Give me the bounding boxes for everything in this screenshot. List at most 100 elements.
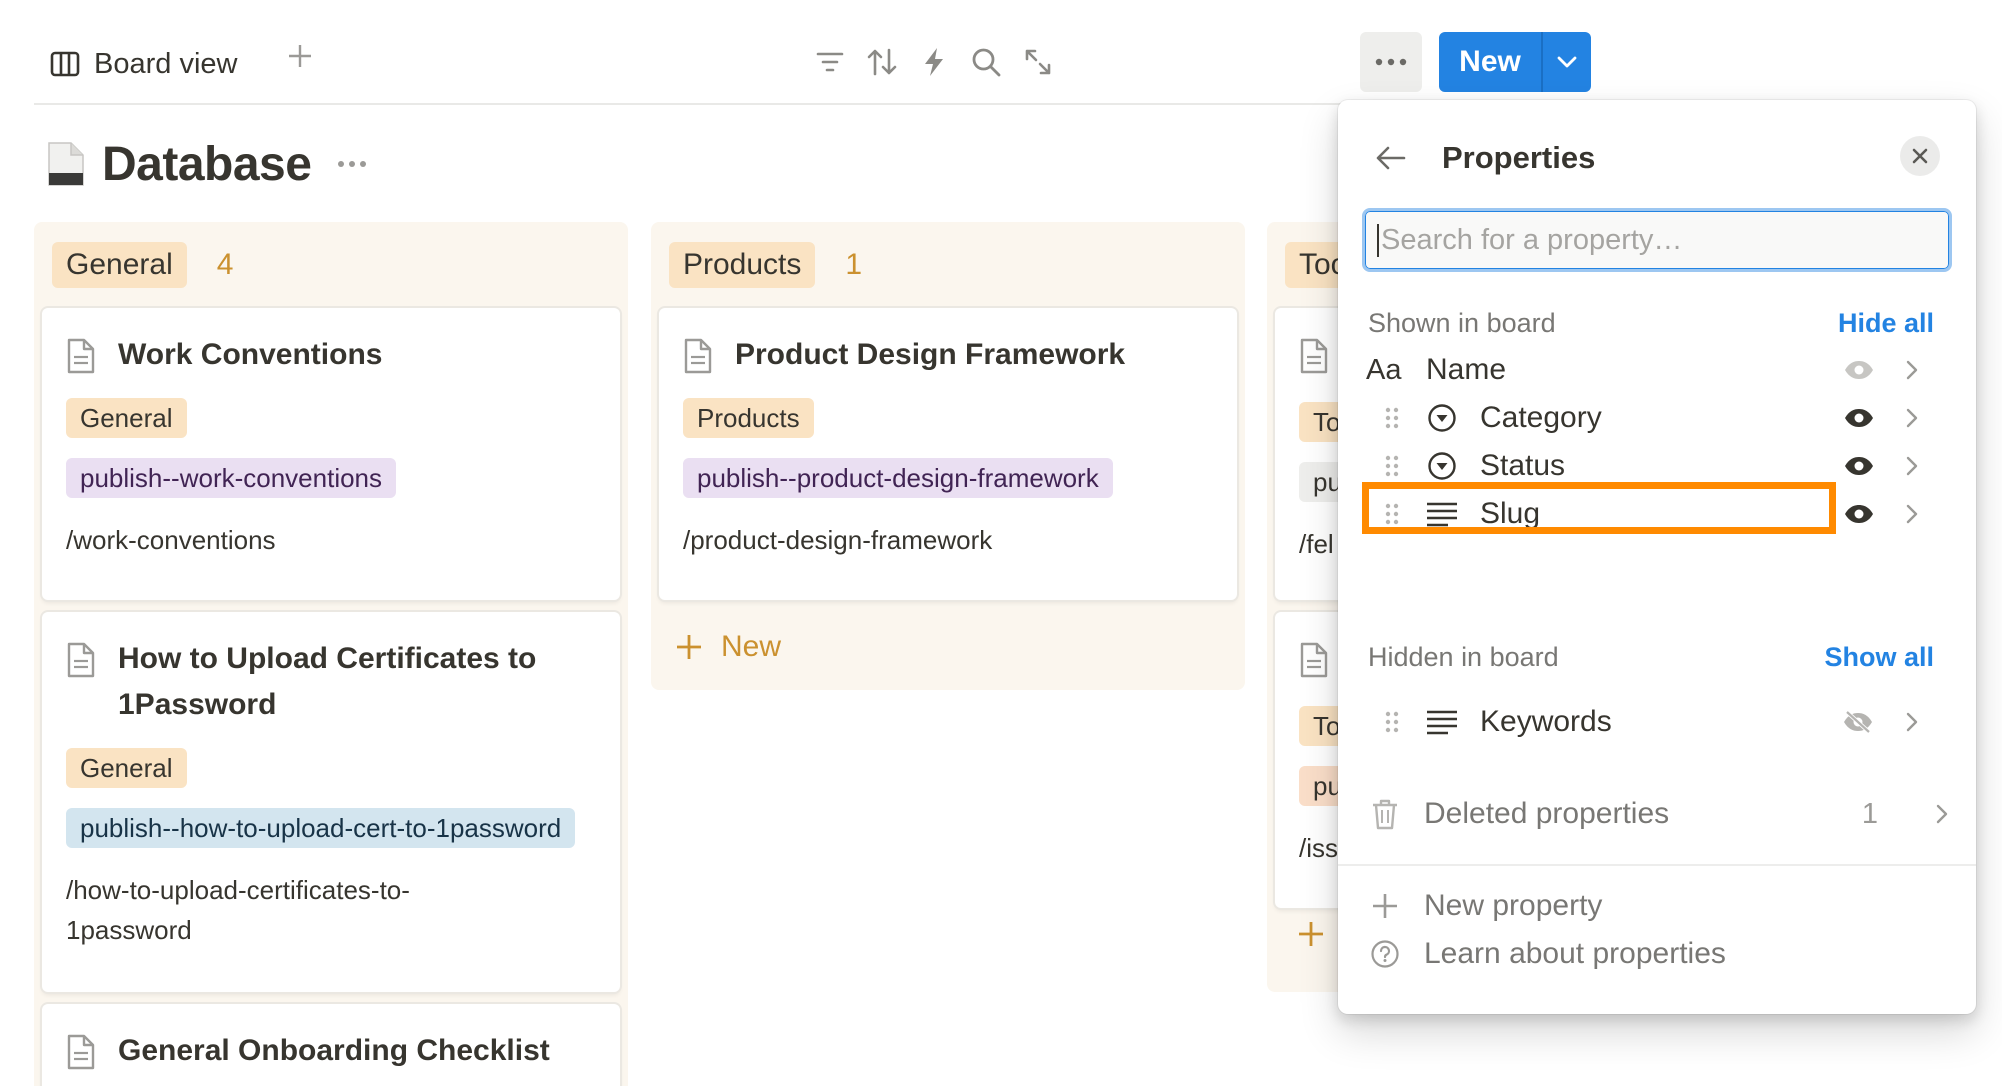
board-view-label: Board view <box>94 47 238 80</box>
status-tag: publish--work-conventions <box>66 458 397 498</box>
learn-about-properties-label: Learn about properties <box>1424 937 1726 970</box>
automation-lightning-icon[interactable] <box>914 42 954 82</box>
new-property-label: New property <box>1424 889 1603 922</box>
shown-section-label: Shown in board <box>1368 308 1556 338</box>
new-button[interactable]: New <box>1439 32 1543 92</box>
filter-icon[interactable] <box>810 42 850 82</box>
trash-icon <box>1368 798 1402 830</box>
page-title-row: Database <box>46 132 367 196</box>
chevron-right-icon[interactable] <box>1906 456 1918 476</box>
category-tag: General <box>66 398 187 438</box>
board-card[interactable]: Product Design Framework Products publis… <box>659 308 1237 600</box>
card-title: Work Conventions <box>118 338 383 371</box>
property-name: Keywords <box>1480 705 1612 738</box>
more-options-button[interactable] <box>1360 32 1422 92</box>
column-count: 1 <box>845 248 863 281</box>
eye-icon[interactable] <box>1844 408 1874 428</box>
close-icon <box>1912 148 1928 164</box>
board-view-tab[interactable]: Board view <box>50 42 237 86</box>
text-lines-type-icon <box>1422 501 1462 527</box>
card-title: General Onboarding Checklist <box>118 1034 550 1067</box>
slug-text: /product-design-framework <box>683 525 993 555</box>
expand-icon[interactable] <box>1018 42 1058 82</box>
learn-about-properties-link[interactable]: Learn about properties <box>1368 928 1726 980</box>
category-tag: General <box>66 748 187 788</box>
chevron-right-icon[interactable] <box>1906 360 1918 380</box>
deleted-properties-label: Deleted properties <box>1424 797 1670 830</box>
text-lines-type-icon <box>1422 709 1462 735</box>
eye-icon-disabled <box>1844 360 1874 380</box>
page-title[interactable]: Database <box>102 137 312 192</box>
board-column-products: Products 1 Product Design Framework Prod… <box>651 222 1245 690</box>
drag-handle-icon[interactable] <box>1374 407 1410 429</box>
new-button-group: New <box>1439 32 1591 92</box>
card-title: How to Upload Certificates to 1Password <box>118 642 537 721</box>
board-card[interactable]: How to Upload Certificates to 1Password … <box>42 612 620 992</box>
property-row-slug[interactable]: Slug <box>1366 486 1946 542</box>
eye-icon[interactable] <box>1844 504 1874 524</box>
sort-icon[interactable] <box>862 42 902 82</box>
property-name: Status <box>1480 449 1566 482</box>
drag-handle-icon[interactable] <box>1374 455 1410 477</box>
property-name: Slug <box>1480 497 1541 530</box>
database-toolbar: Board view New <box>34 0 1594 105</box>
category-tag: Products <box>683 398 814 438</box>
eye-off-icon[interactable] <box>1842 710 1874 734</box>
status-tag: publish--how-to-upload-cert-to-1password <box>66 808 576 848</box>
page-icon <box>66 642 96 678</box>
text-type-icon: Aa <box>1366 353 1402 386</box>
help-question-icon <box>1368 939 1402 969</box>
search-icon[interactable] <box>966 42 1006 82</box>
column-count: 4 <box>216 248 234 281</box>
new-dropdown-chevron-icon[interactable] <box>1543 32 1591 92</box>
show-all-button[interactable]: Show all <box>1824 642 1934 673</box>
close-button[interactable] <box>1900 136 1940 176</box>
status-tag: publish--product-design-framework <box>683 458 1113 498</box>
page-icon <box>683 338 713 374</box>
board-view-icon <box>50 51 80 77</box>
page-icon <box>66 338 96 374</box>
drag-handle-icon[interactable] <box>1374 503 1410 525</box>
drag-handle-icon[interactable] <box>1374 711 1410 733</box>
board-card[interactable]: Work Conventions General publish--work-c… <box>42 308 620 600</box>
column-group-label[interactable]: General <box>52 242 187 288</box>
new-property-button[interactable]: New property <box>1368 880 1602 932</box>
add-card-button[interactable]: New <box>659 612 1237 682</box>
title-more-icon[interactable] <box>337 160 367 168</box>
deleted-properties-row[interactable]: Deleted properties 1 <box>1368 788 1948 840</box>
chevron-right-icon[interactable] <box>1906 408 1918 428</box>
panel-divider <box>1338 864 1976 866</box>
add-card-label: New <box>721 630 782 663</box>
plus-icon <box>1299 922 1323 946</box>
panel-title: Properties <box>1442 140 1596 175</box>
back-arrow-icon[interactable] <box>1376 146 1406 170</box>
deleted-count: 1 <box>1861 797 1878 830</box>
chevron-right-icon[interactable] <box>1936 804 1948 824</box>
column-header: General 4 <box>42 222 620 308</box>
page-document-icon <box>46 141 86 187</box>
property-row-keywords[interactable]: Keywords <box>1366 694 1946 750</box>
plus-icon <box>677 635 701 659</box>
board-column-general: General 4 Work Conventions General publi… <box>34 222 628 1086</box>
more-horizontal-icon <box>1375 58 1407 66</box>
column-group-label[interactable]: Products <box>669 242 816 288</box>
select-type-icon <box>1422 403 1462 433</box>
card-title: Product Design Framework <box>735 338 1126 371</box>
property-name: Category <box>1480 401 1602 434</box>
add-view-icon[interactable] <box>288 44 312 68</box>
chevron-right-icon[interactable] <box>1906 504 1918 524</box>
slug-text: /how-to-upload-certificates-to-1password <box>66 875 410 945</box>
chevron-right-icon[interactable] <box>1906 712 1918 732</box>
property-search-input[interactable] <box>1377 223 1949 257</box>
property-search-field <box>1362 208 1952 272</box>
page-icon <box>66 1034 96 1070</box>
slug-text: /work-conventions <box>66 525 276 555</box>
hidden-section-label: Hidden in board <box>1368 642 1559 672</box>
select-type-icon <box>1422 451 1462 481</box>
hide-all-button[interactable]: Hide all <box>1838 308 1934 339</box>
eye-icon[interactable] <box>1844 456 1874 476</box>
board-card[interactable]: General Onboarding Checklist <box>42 1004 620 1086</box>
properties-panel: Properties Shown in board Hide all Aa Na… <box>1338 100 1976 1014</box>
column-header: Products 1 <box>659 222 1237 308</box>
plus-icon <box>1368 892 1402 920</box>
